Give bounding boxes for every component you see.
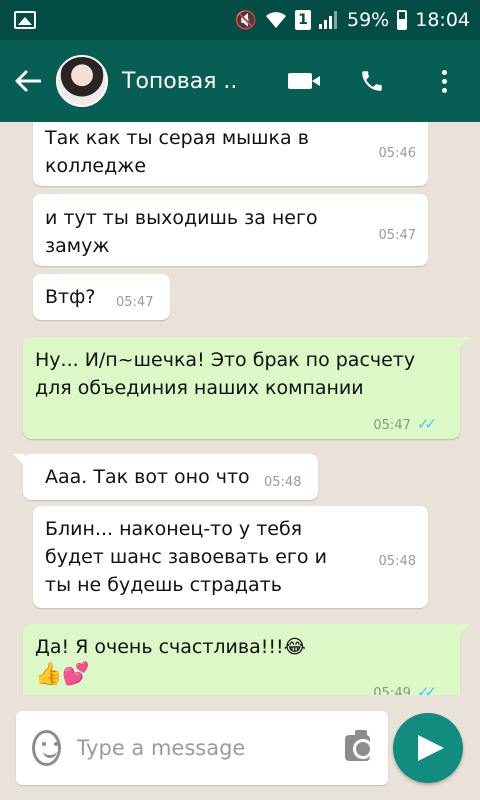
sim-icon: 1 [295,10,311,30]
signal-icon [319,11,339,29]
battery-percent: 59% [347,9,390,31]
status-bar: 🔇 1 59% 18:04 [0,0,480,40]
message-text: Так как ты серая мышка в колледже [45,127,309,177]
message-bubble[interactable]: Так как ты серая мышка в колледже 05:46 [33,122,428,186]
message-input[interactable] [76,728,345,768]
message-text: Блин... наконец-то у тебя будет шанс зав… [45,518,327,596]
video-call-button[interactable] [264,40,336,122]
send-icon [418,735,444,761]
chat-header: Топовая .. [0,40,480,122]
more-options-icon [441,69,447,93]
message-bubble[interactable]: и тут ты выходишь за него замуж 05:47 [33,194,428,266]
emoji-line: 👍💕 [35,662,90,687]
clock: 18:04 [415,9,470,31]
message-text: и тут ты выходишь за него замуж [45,207,318,257]
message-time: 05:48 [378,554,416,569]
back-button[interactable] [0,40,56,122]
camera-icon[interactable] [344,730,372,761]
mute-icon: 🔇 [234,9,257,31]
gallery-icon [14,11,36,29]
more-options-button[interactable] [408,40,480,122]
read-receipt-icon: ✓✓ [416,415,437,433]
battery-icon [397,10,408,30]
message-bubble[interactable]: Блин... наконец-то у тебя будет шанс зав… [33,506,428,608]
message-text: Втф? [45,286,96,308]
read-receipt-icon: ✓✓ [416,683,437,695]
message-text: Да! Я очень счастлива!!!😂 [35,636,306,658]
message-bubble[interactable]: Ну... И/п~шечка! Это брак по расчету для… [23,337,470,439]
message-text: Ааа. Так вот оно что [45,466,250,488]
message-bubble[interactable]: Ааа. Так вот оно что 05:48 [13,454,318,500]
message-time: 05:49 [373,686,411,695]
wifi-icon [265,11,287,29]
emoji-icon[interactable] [32,730,61,766]
voice-call-button[interactable] [336,40,408,122]
message-bubble[interactable]: Да! Я очень счастлива!!!😂 👍💕 05:49 ✓✓ [23,624,470,695]
message-list[interactable]: Так как ты серая мышка в колледже 05:46 … [0,122,480,695]
phone-icon [362,71,382,91]
compose-bar [16,711,388,785]
message-time: 05:46 [378,146,416,161]
message-time: 05:47 [116,295,154,310]
video-call-icon [288,73,320,89]
message-time: 05:47 [378,228,416,243]
message-time: 05:48 [264,475,302,490]
contact-name[interactable]: Топовая .. [122,69,264,94]
back-arrow-icon [15,70,41,92]
message-time: 05:47 [373,418,411,433]
send-button[interactable] [393,713,463,783]
message-bubble[interactable]: Втф? 05:47 [33,274,170,320]
message-text: Ну... И/п~шечка! Это брак по расчету для… [35,349,416,399]
avatar[interactable] [56,55,108,107]
